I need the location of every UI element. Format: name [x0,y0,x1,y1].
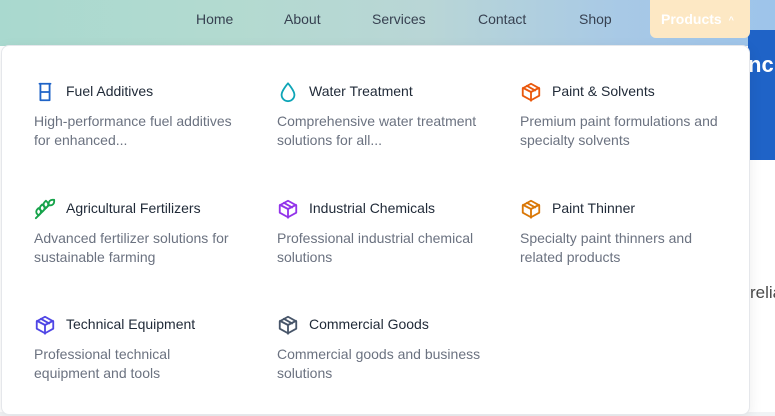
nav-products-label: Products [661,11,722,27]
chevron-up-icon: ^ [728,15,734,25]
menu-item-description: Professional industrial chemical solutio… [277,230,474,265]
menu-item-description: Professional technical equipment and too… [34,346,171,381]
nav-item-services[interactable]: Services [372,0,426,38]
box-icon [277,198,299,220]
menu-item-title: Agricultural Fertilizers [66,200,201,216]
menu-item-title: Technical Equipment [66,316,196,332]
menu-item-description: Premium paint formulations and specialty… [520,113,718,148]
box-icon [277,314,299,336]
menu-item-description: Commercial goods and business solutions [277,346,481,381]
box-icon [34,314,56,336]
fuel-can-icon [34,81,56,103]
menu-item-description: Specialty paint thinners and related pro… [520,230,692,265]
wheat-icon [34,198,56,220]
droplet-icon [277,81,299,103]
menu-item-title: Paint Thinner [552,200,636,216]
menu-item-description: High-performance fuel additives for enha… [34,113,232,148]
products-dropdown-menu: Fuel Additives High-performance fuel add… [1,45,750,415]
box-icon [520,81,542,103]
box-icon [520,198,542,220]
nav-item-home[interactable]: Home [196,0,233,38]
menu-item-description: Advanced fertilizer solutions for sustai… [34,230,229,265]
menu-item-title: Industrial Chemicals [309,200,436,216]
nav-item-contact[interactable]: Contact [478,0,526,38]
menu-item-title: Paint & Solvents [552,83,655,99]
menu-item-title: Commercial Goods [309,316,429,332]
menu-item-title: Water Treatment [309,83,413,99]
hero-banner-text: nc [748,52,774,77]
hero-banner-fragment [748,30,775,160]
main-navigation: Home About Services Contact Shop Product… [0,0,775,40]
page-body-text-fragment: relia [750,283,775,302]
menu-item-title: Fuel Additives [66,83,154,99]
nav-item-about[interactable]: About [284,0,321,38]
nav-item-shop[interactable]: Shop [579,0,612,38]
nav-item-products[interactable]: Products ^ [650,0,750,38]
menu-item-description: Comprehensive water treatment solutions … [277,113,477,148]
